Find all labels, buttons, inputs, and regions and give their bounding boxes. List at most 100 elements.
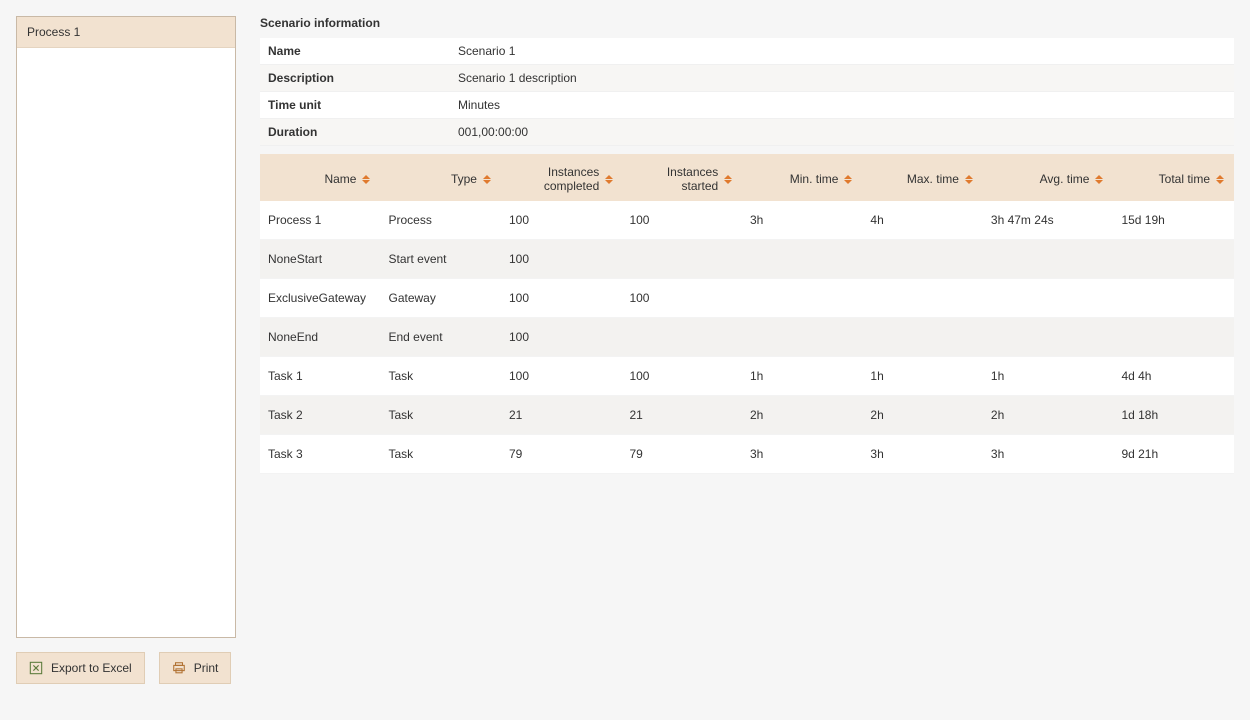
cell-icomp: 100 bbox=[501, 357, 621, 396]
cell-name: Task 2 bbox=[260, 396, 380, 435]
sort-icon bbox=[724, 173, 734, 185]
excel-icon bbox=[29, 661, 43, 675]
cell-ist: 100 bbox=[621, 201, 741, 240]
cell-avg: 2h bbox=[983, 396, 1114, 435]
cell-tot: 15d 19h bbox=[1113, 201, 1234, 240]
print-icon bbox=[172, 661, 186, 675]
col-header-icomp-label: Instances completed bbox=[509, 165, 599, 193]
col-header-max-label: Max. time bbox=[907, 172, 959, 186]
cell-type: Process bbox=[380, 201, 500, 240]
cell-type: Task bbox=[380, 396, 500, 435]
cell-icomp: 100 bbox=[501, 240, 621, 279]
col-header-avg-time[interactable]: Avg. time bbox=[983, 157, 1114, 201]
info-label-timeunit: Time unit bbox=[260, 92, 450, 119]
cell-type: Task bbox=[380, 435, 500, 474]
sidebar-item-label: Process 1 bbox=[27, 25, 80, 39]
sort-icon bbox=[605, 173, 613, 185]
cell-max bbox=[862, 240, 982, 279]
cell-max bbox=[862, 318, 982, 357]
table-row: Task 1Task1001001h1h1h4d 4h bbox=[260, 357, 1234, 396]
scenario-info-table: Name Scenario 1 Description Scenario 1 d… bbox=[260, 38, 1234, 146]
cell-max: 1h bbox=[862, 357, 982, 396]
col-header-type-label: Type bbox=[451, 172, 477, 186]
sort-icon bbox=[1095, 173, 1105, 185]
table-row: ExclusiveGatewayGateway100100 bbox=[260, 279, 1234, 318]
info-value-duration: 001,00:00:00 bbox=[450, 119, 1234, 146]
cell-tot: 4d 4h bbox=[1113, 357, 1234, 396]
table-row: NoneStartStart event100 bbox=[260, 240, 1234, 279]
col-header-max-time[interactable]: Max. time bbox=[862, 157, 982, 201]
cell-min: 1h bbox=[742, 357, 862, 396]
info-label-duration: Duration bbox=[260, 119, 450, 146]
cell-name: Task 3 bbox=[260, 435, 380, 474]
col-header-min-label: Min. time bbox=[790, 172, 839, 186]
table-row: Task 2Task21212h2h2h1d 18h bbox=[260, 396, 1234, 435]
cell-max: 2h bbox=[862, 396, 982, 435]
sort-icon bbox=[483, 173, 493, 185]
cell-min bbox=[742, 240, 862, 279]
cell-min: 3h bbox=[742, 201, 862, 240]
cell-ist: 79 bbox=[621, 435, 741, 474]
cell-icomp: 100 bbox=[501, 318, 621, 357]
cell-avg bbox=[983, 279, 1114, 318]
col-header-tot-label: Total time bbox=[1159, 172, 1210, 186]
cell-type: End event bbox=[380, 318, 500, 357]
cell-tot bbox=[1113, 318, 1234, 357]
cell-icomp: 100 bbox=[501, 279, 621, 318]
cell-ist bbox=[621, 318, 741, 357]
sidebar: Process 1 bbox=[16, 16, 236, 638]
cell-max bbox=[862, 279, 982, 318]
col-header-name[interactable]: Name bbox=[260, 157, 380, 201]
cell-max: 3h bbox=[862, 435, 982, 474]
cell-avg bbox=[983, 318, 1114, 357]
col-header-instances-completed[interactable]: Instances completed bbox=[501, 157, 621, 201]
cell-min: 2h bbox=[742, 396, 862, 435]
cell-min bbox=[742, 279, 862, 318]
sort-icon bbox=[844, 173, 854, 185]
cell-avg: 3h bbox=[983, 435, 1114, 474]
cell-name: Process 1 bbox=[260, 201, 380, 240]
cell-type: Start event bbox=[380, 240, 500, 279]
cell-ist bbox=[621, 240, 741, 279]
cell-name: ExclusiveGateway bbox=[260, 279, 380, 318]
sort-icon bbox=[965, 173, 975, 185]
cell-icomp: 21 bbox=[501, 396, 621, 435]
cell-max: 4h bbox=[862, 201, 982, 240]
cell-tot bbox=[1113, 279, 1234, 318]
cell-type: Task bbox=[380, 357, 500, 396]
print-button[interactable]: Print bbox=[159, 652, 232, 684]
cell-name: Task 1 bbox=[260, 357, 380, 396]
cell-name: NoneEnd bbox=[260, 318, 380, 357]
table-row: NoneEndEnd event100 bbox=[260, 318, 1234, 357]
col-header-total-time[interactable]: Total time bbox=[1113, 157, 1234, 201]
col-header-instances-started[interactable]: Instances started bbox=[621, 157, 741, 201]
cell-avg: 1h bbox=[983, 357, 1114, 396]
table-row: Process 1Process1001003h4h3h 47m 24s15d … bbox=[260, 201, 1234, 240]
cell-ist: 21 bbox=[621, 396, 741, 435]
cell-avg: 3h 47m 24s bbox=[983, 201, 1114, 240]
cell-avg bbox=[983, 240, 1114, 279]
cell-ist: 100 bbox=[621, 357, 741, 396]
section-title: Scenario information bbox=[260, 16, 1234, 30]
col-header-name-label: Name bbox=[324, 172, 356, 186]
export-excel-button[interactable]: Export to Excel bbox=[16, 652, 145, 684]
col-header-avg-label: Avg. time bbox=[1040, 172, 1090, 186]
table-row: Task 3Task79793h3h3h9d 21h bbox=[260, 435, 1234, 474]
sort-icon bbox=[362, 173, 372, 185]
col-header-type[interactable]: Type bbox=[380, 157, 500, 201]
info-value-name: Scenario 1 bbox=[450, 38, 1234, 65]
cell-tot: 9d 21h bbox=[1113, 435, 1234, 474]
col-header-min-time[interactable]: Min. time bbox=[742, 157, 862, 201]
info-label-description: Description bbox=[260, 65, 450, 92]
cell-tot: 1d 18h bbox=[1113, 396, 1234, 435]
sort-icon bbox=[1216, 173, 1226, 185]
sidebar-item-process[interactable]: Process 1 bbox=[17, 17, 235, 48]
info-value-timeunit: Minutes bbox=[450, 92, 1234, 119]
cell-min bbox=[742, 318, 862, 357]
cell-ist: 100 bbox=[621, 279, 741, 318]
info-label-name: Name bbox=[260, 38, 450, 65]
cell-name: NoneStart bbox=[260, 240, 380, 279]
export-excel-label: Export to Excel bbox=[51, 661, 132, 675]
col-header-ist-label: Instances started bbox=[629, 165, 718, 193]
cell-min: 3h bbox=[742, 435, 862, 474]
